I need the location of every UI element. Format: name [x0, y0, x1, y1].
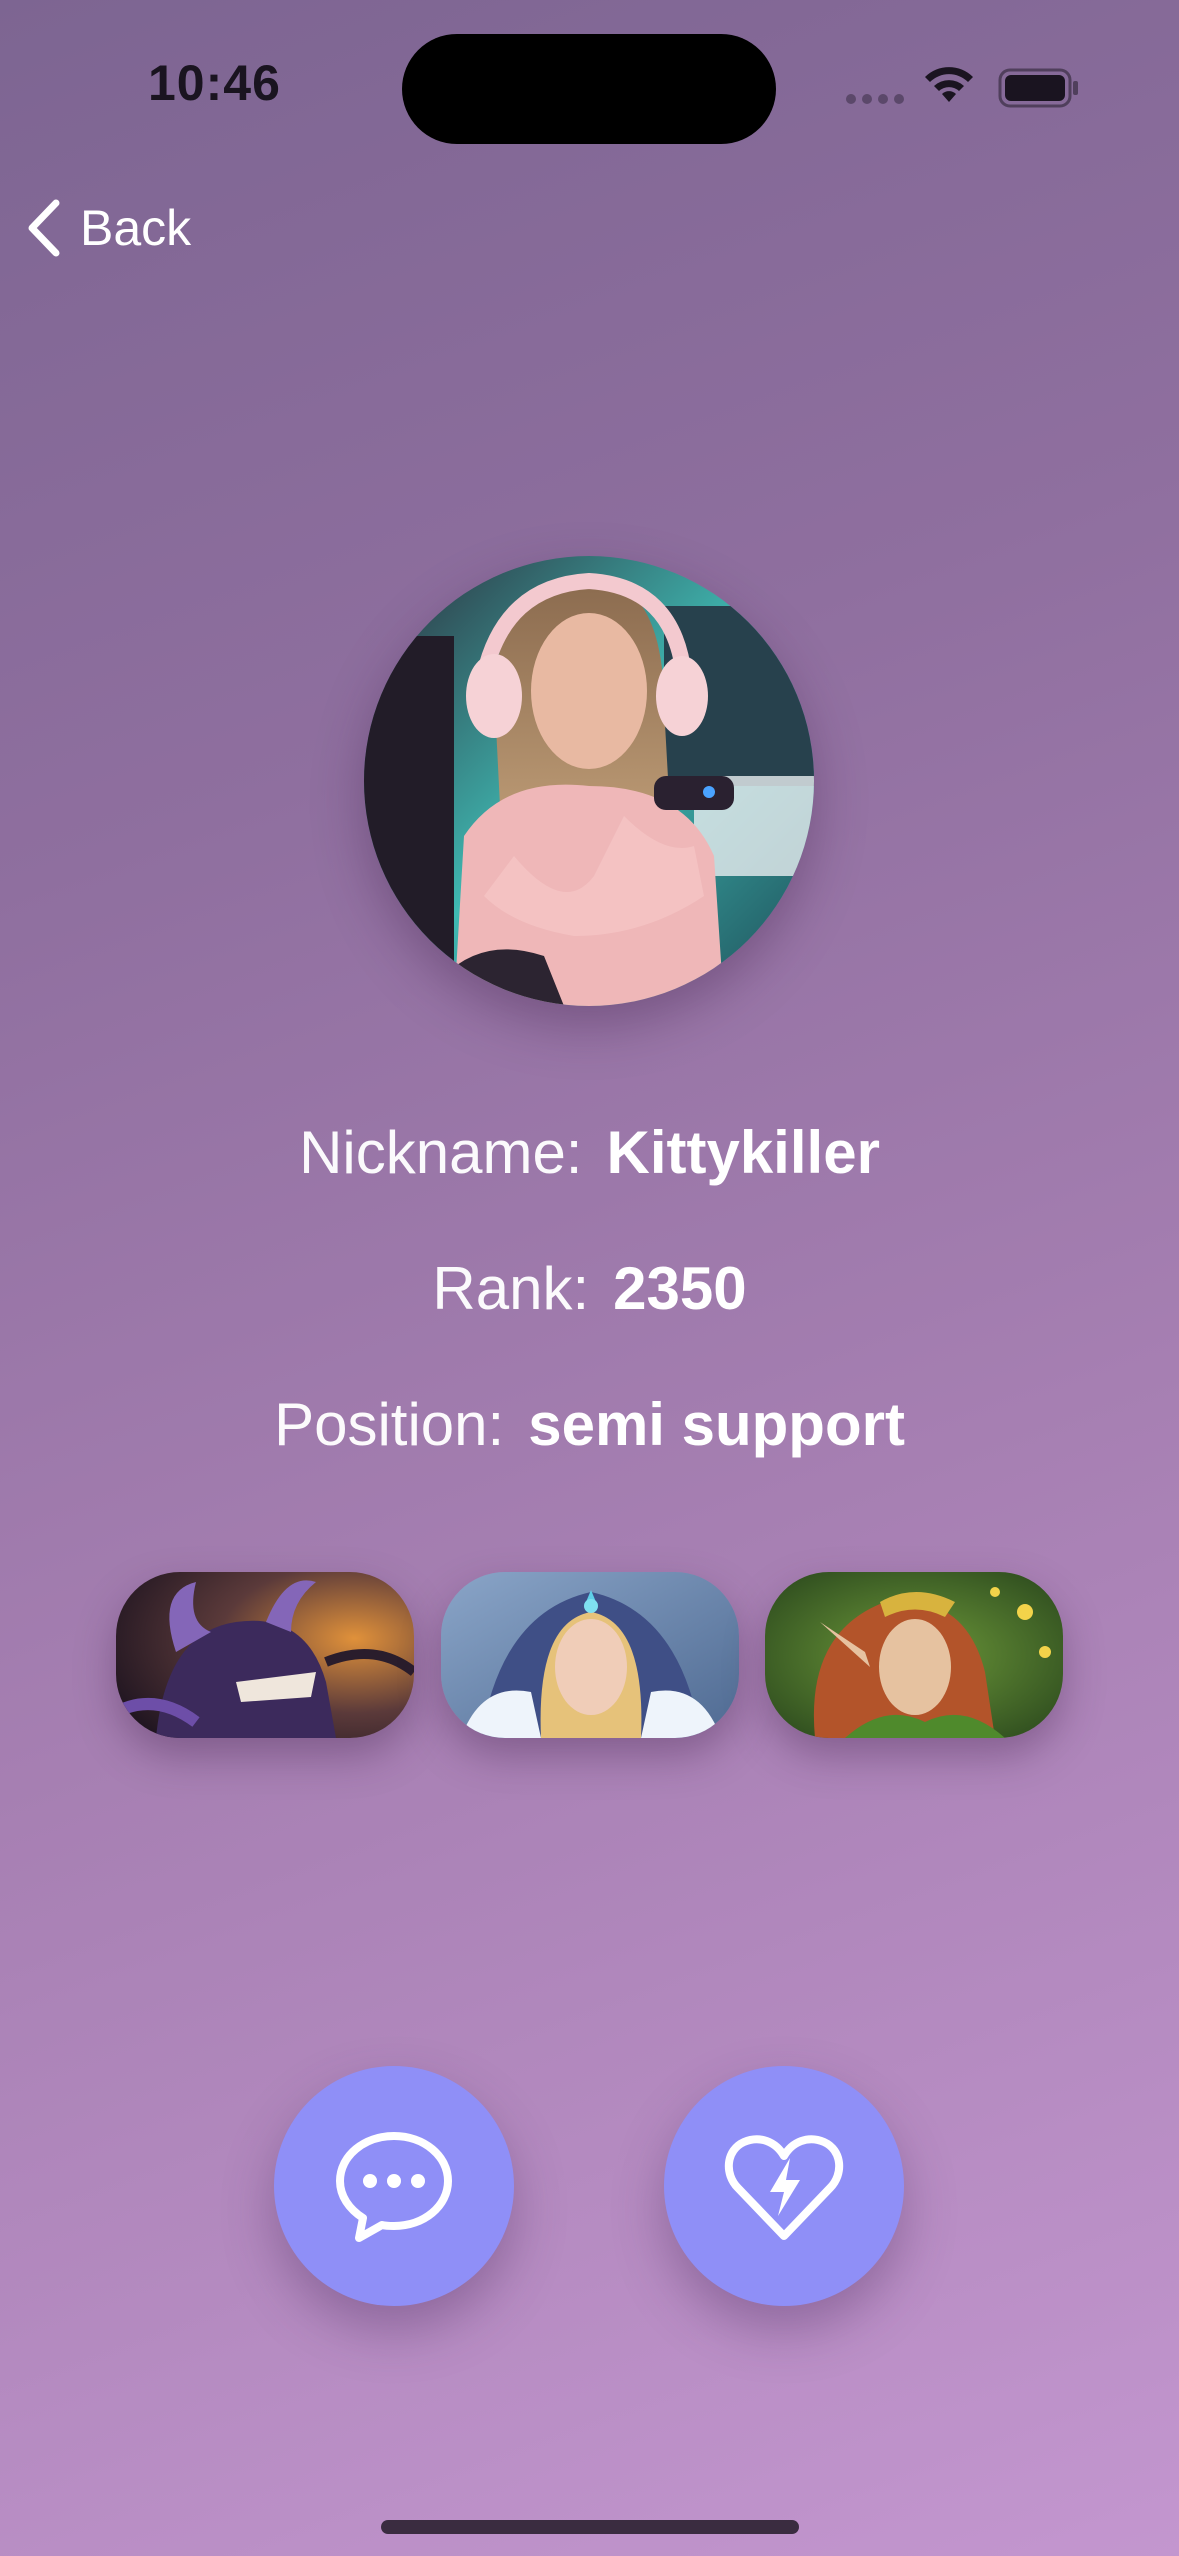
dynamic-island [402, 34, 776, 144]
hero-card-2[interactable] [441, 1572, 739, 1738]
signal-icon [846, 94, 904, 104]
battery-icon [998, 68, 1078, 108]
like-button[interactable] [664, 2066, 904, 2306]
home-indicator[interactable] [381, 2520, 799, 2534]
nickname-value: Kittykiller [606, 1119, 880, 1186]
hero-portrait-1 [116, 1572, 414, 1738]
back-button[interactable]: Back [26, 196, 191, 260]
position-row: Position: semi support [0, 1390, 1179, 1459]
rank-row: Rank: 2350 [0, 1254, 1179, 1323]
hero-card-3[interactable] [765, 1572, 1063, 1738]
wifi-icon [925, 67, 973, 102]
nickname-label: Nickname: [299, 1119, 583, 1186]
position-value: semi support [528, 1391, 905, 1458]
back-label: Back [80, 200, 192, 256]
message-button[interactable] [274, 2066, 514, 2306]
rank-value: 2350 [613, 1255, 747, 1322]
hero-card-1[interactable] [116, 1572, 414, 1738]
chevron-left-icon [28, 199, 60, 257]
chat-bubble-icon [336, 2132, 452, 2242]
hero-portrait-3 [765, 1572, 1063, 1738]
avatar [364, 556, 814, 1006]
hero-portrait-2 [441, 1572, 739, 1738]
position-label: Position: [274, 1391, 505, 1458]
rank-label: Rank: [432, 1255, 590, 1322]
heart-bolt-icon [725, 2135, 843, 2240]
nickname-row: Nickname: Kittykiller [0, 1118, 1179, 1187]
status-time: 10:46 [148, 55, 281, 111]
